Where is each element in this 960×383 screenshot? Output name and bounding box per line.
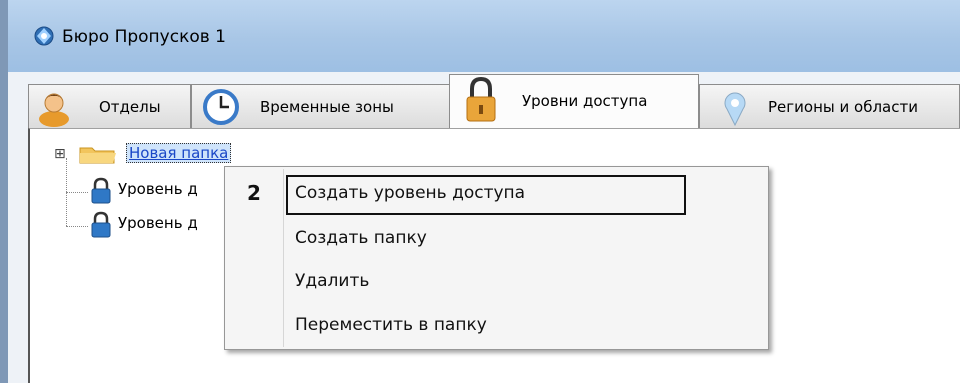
step-number: 2 (247, 181, 261, 205)
app-window: Бюро Пропусков 1 Отделы Временные зоны У… (0, 0, 960, 383)
lock-icon (91, 211, 111, 238)
lock-icon (466, 77, 496, 122)
menu-item-create-access-level[interactable]: Создать уровень доступа (295, 183, 525, 203)
folder-icon (79, 147, 116, 164)
tree-line (66, 192, 88, 193)
tab-label: Временные зоны (260, 98, 394, 116)
tab-time-zones[interactable]: Временные зоны (191, 84, 453, 128)
tree-item-access-level[interactable]: Уровень д (118, 180, 198, 198)
context-menu: 2 Создать уровень доступа Создать папку … (224, 166, 769, 350)
lock-icon (91, 177, 111, 204)
tab-regions[interactable]: Регионы и области (699, 84, 960, 128)
app-logo-icon (34, 26, 54, 46)
window-title: Бюро Пропусков 1 (62, 27, 226, 47)
person-icon (39, 93, 69, 127)
menu-item-delete[interactable]: Удалить (295, 271, 369, 291)
menu-item-create-folder[interactable]: Создать папку (295, 228, 427, 248)
window-border (0, 0, 8, 383)
tab-departments[interactable]: Отделы (28, 84, 191, 128)
tree-folder-item[interactable]: Новая папка (126, 143, 232, 163)
tab-label: Отделы (99, 98, 161, 116)
panel-margin (8, 128, 28, 383)
clock-icon (203, 89, 239, 125)
menu-gutter (283, 169, 284, 347)
map-pin-icon (724, 92, 746, 127)
title-bar[interactable]: Бюро Пропусков 1 (8, 0, 960, 72)
tab-access-levels[interactable]: Уровни доступа (449, 74, 699, 130)
tree-item-access-level[interactable]: Уровень д (118, 214, 198, 232)
tree-line (66, 226, 88, 227)
tab-label: Регионы и области (768, 98, 918, 116)
menu-item-move-to-folder[interactable]: Переместить в папку (295, 315, 487, 335)
expand-icon[interactable]: ⊞ (54, 146, 66, 162)
tab-label: Уровни доступа (522, 92, 648, 110)
